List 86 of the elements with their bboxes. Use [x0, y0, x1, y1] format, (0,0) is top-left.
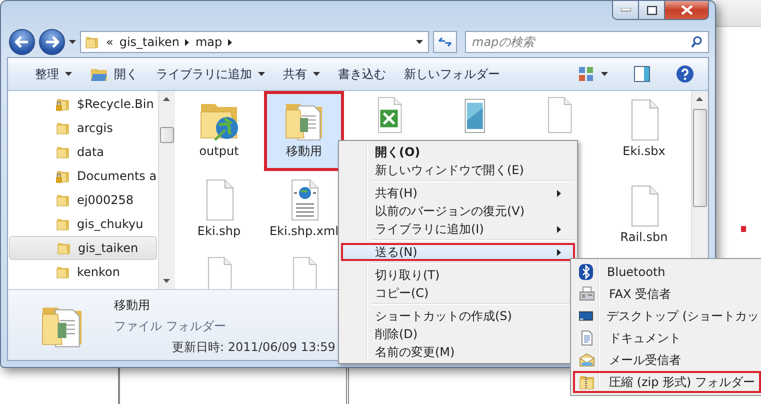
menu-item[interactable]: 送る(N) [341, 243, 575, 261]
search-icon [691, 36, 702, 48]
pane-icon [634, 66, 650, 82]
toolbar-button[interactable]: 新しいフォルダー [395, 62, 509, 86]
scroll-up-icon[interactable] [696, 97, 703, 101]
sidebar-item[interactable]: kenkon [9, 260, 157, 284]
caret-icon [416, 40, 422, 44]
menu-item[interactable]: 新しいウィンドウで開く(E) [341, 161, 575, 179]
caret-icon [69, 40, 76, 44]
sidebar-item[interactable]: $Recycle.Bin [9, 92, 157, 116]
toolbar-button[interactable]: 整理 [26, 62, 81, 86]
folder-icon [84, 34, 100, 50]
folder-icon [56, 240, 72, 256]
fax-icon [579, 286, 595, 302]
locked-folder-icon [55, 168, 71, 184]
details-type: ファイル フォルダー [114, 318, 227, 334]
toolbar-button[interactable]: ライブラリに追加 [147, 62, 274, 86]
file-item[interactable]: Eki.sbx [604, 91, 684, 171]
minimize-icon [620, 8, 630, 12]
scroll-down-icon[interactable] [162, 279, 170, 283]
sidebar-item[interactable]: ej000258 [9, 188, 157, 212]
menu-item[interactable]: 圧縮 (zip 形式) フォルダー [573, 371, 761, 393]
help-button[interactable] [676, 65, 694, 83]
close-button[interactable] [665, 1, 709, 20]
sidebar-item[interactable]: Documents a [9, 164, 157, 188]
refresh-button[interactable] [433, 31, 457, 53]
folder-icon [55, 216, 71, 232]
annotation-mark [741, 226, 746, 232]
zip-folder-icon [579, 374, 595, 390]
bluetooth-icon [579, 264, 593, 280]
menu-item[interactable]: 開く(O) [341, 143, 575, 161]
folder-icon [55, 120, 71, 136]
sidebar-item[interactable]: data [9, 140, 157, 164]
toolbar-button[interactable]: 共有 [274, 62, 329, 86]
folder-icon [55, 264, 71, 280]
menu-item[interactable]: ライブラリに追加(I) [341, 220, 575, 238]
maximize-button[interactable] [639, 1, 665, 20]
folder-icon [55, 192, 71, 208]
details-modified: 更新日時: 2011/06/09 13:59 [171, 338, 336, 356]
folder-icon [55, 144, 71, 160]
toolbar-button[interactable]: 書き込む [329, 62, 395, 86]
preview-pane-button[interactable] [634, 66, 650, 82]
breadcrumb-overflow[interactable]: « [106, 35, 114, 49]
menu-item[interactable]: Bluetooth [573, 261, 761, 283]
toolbar-button[interactable]: 開く [81, 62, 147, 86]
file-item[interactable]: Eki.shp.xml [264, 171, 344, 251]
menu-item[interactable]: メール受信者 [573, 349, 761, 371]
document-icon [579, 330, 595, 346]
breadcrumb-arrow-icon[interactable] [185, 38, 190, 46]
folder-icon [90, 66, 108, 82]
view-options-button[interactable] [579, 67, 608, 81]
maximize-icon [646, 6, 656, 14]
menu-item[interactable]: FAX 受信者 [573, 283, 761, 305]
sidebar-item[interactable]: gis_taiken [9, 236, 157, 260]
back-arrow-icon [15, 36, 29, 48]
menu-item[interactable]: デスクトップ (ショートカッ [573, 305, 761, 327]
menu-item[interactable]: ドキュメント [573, 327, 761, 349]
minimize-button[interactable] [612, 1, 639, 20]
file-item[interactable]: Rail.sbn [604, 177, 684, 257]
locked-folder-icon [55, 96, 71, 112]
breadcrumb-arrow-icon[interactable] [228, 38, 232, 46]
forward-arrow-icon [45, 36, 59, 48]
scroll-thumb[interactable] [160, 127, 174, 143]
view-icon [579, 67, 593, 81]
back-button[interactable] [9, 29, 35, 55]
search-field[interactable]: mapの検索 [465, 31, 709, 53]
breadcrumb-item[interactable]: map [195, 35, 222, 49]
mail-icon [579, 352, 595, 368]
file-item[interactable]: 移動用 [264, 91, 344, 171]
scroll-up-icon[interactable] [162, 97, 170, 101]
breadcrumb-item[interactable]: gis_taiken [119, 35, 180, 49]
refresh-icon [438, 37, 452, 47]
caret-icon [601, 72, 608, 76]
sidebar-item[interactable]: arcgis [9, 116, 157, 140]
file-item[interactable]: Eki.shp [179, 171, 259, 251]
scroll-thumb[interactable] [693, 109, 707, 207]
help-icon [676, 65, 694, 83]
menu-item[interactable]: 共有(H) [341, 184, 575, 202]
menu-item[interactable]: 以前のバージョンの復元(V) [341, 202, 575, 220]
forward-button[interactable] [39, 29, 65, 55]
address-bar[interactable]: « gis_taiken map [80, 31, 429, 53]
details-name: 移動用 [114, 296, 151, 314]
close-icon [680, 5, 692, 15]
sidebar-item[interactable]: gis_chukyu [9, 212, 157, 236]
file-item[interactable]: output [179, 91, 259, 171]
scrollbar[interactable] [158, 91, 175, 289]
